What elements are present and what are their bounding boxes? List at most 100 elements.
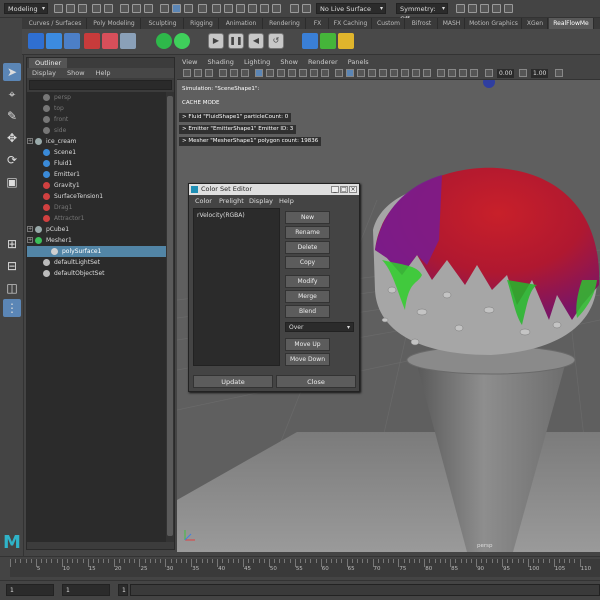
isolate-select-icon[interactable] [437, 69, 445, 77]
camera-select-icon[interactable] [183, 69, 191, 77]
move-up-button[interactable]: Move Up [285, 338, 330, 351]
shelf-tab[interactable]: Custom [373, 18, 405, 29]
outliner-item[interactable]: polySurface1 [27, 246, 166, 257]
four-view-layout-icon[interactable]: ⊟ [3, 257, 21, 275]
xray-components-icon[interactable] [470, 69, 478, 77]
depth-of-field-icon[interactable] [423, 69, 431, 77]
cse-menu-color[interactable]: Color [195, 196, 212, 206]
snap-surface-icon[interactable] [260, 4, 269, 13]
wireframe-on-shaded-icon[interactable] [357, 69, 365, 77]
realflow-mesh-object-icon[interactable] [174, 33, 190, 49]
select-hierarchy-icon[interactable] [120, 4, 129, 13]
outliner-menu-display[interactable]: Display [32, 69, 56, 77]
image-plane-icon[interactable] [219, 69, 227, 77]
shelf-tab[interactable]: XGen [523, 18, 548, 29]
merge-button[interactable]: Merge [285, 290, 330, 303]
save-scene-icon[interactable] [78, 4, 87, 13]
color-set-editor-titlebar[interactable]: Color Set Editor _ □ × [189, 184, 359, 195]
outliner-item[interactable]: top [27, 103, 166, 114]
realflow-gravity-icon[interactable] [102, 33, 118, 49]
outliner-search-input[interactable] [29, 80, 172, 90]
single-perspective-layout-icon[interactable]: ⊞ [3, 235, 21, 253]
shelf-tab[interactable]: Motion Graphics [466, 18, 522, 29]
viewport-menu-lighting[interactable]: Lighting [244, 58, 270, 66]
rotate-tool-icon[interactable]: ⟳ [3, 151, 21, 169]
simulate-reset-button[interactable]: ◀ [248, 33, 264, 49]
textured-icon[interactable] [368, 69, 376, 77]
menu-set-dropdown[interactable]: Modeling [4, 3, 48, 14]
outliner-scroll-thumb[interactable] [167, 96, 173, 536]
outliner-item[interactable]: SurfaceTension1 [27, 191, 166, 202]
exposure-icon[interactable] [485, 69, 493, 77]
rename-button[interactable]: Rename [285, 226, 330, 239]
live-surface-field[interactable]: No Live Surface [316, 3, 386, 14]
start-time-field[interactable]: 1 [6, 584, 54, 596]
outliner-item[interactable]: Fluid1 [27, 158, 166, 169]
realflow-cache-icon[interactable] [338, 33, 354, 49]
use-all-lights-icon[interactable] [379, 69, 387, 77]
outliner-scrollbar[interactable] [166, 92, 174, 542]
viewport-menu-renderer[interactable]: Renderer [308, 58, 338, 66]
ambient-occlusion-icon[interactable] [401, 69, 409, 77]
grid-icon[interactable] [255, 69, 263, 77]
wireframe-icon[interactable] [335, 69, 343, 77]
scale-tool-icon[interactable]: ▣ [3, 173, 21, 191]
close-icon[interactable]: × [349, 186, 357, 193]
delete-button[interactable]: Delete [285, 241, 330, 254]
bookmarks-icon[interactable] [205, 69, 213, 77]
render-current-frame-icon[interactable] [456, 4, 465, 13]
2d-pan-zoom-icon[interactable] [230, 69, 238, 77]
shelf-tab[interactable]: MASH [439, 18, 465, 29]
marking-menu-icon[interactable] [198, 4, 207, 13]
realflow-daemon-icon[interactable] [84, 33, 100, 49]
open-scene-icon[interactable] [66, 4, 75, 13]
select-component-icon[interactable] [144, 4, 153, 13]
outliner-layout-icon[interactable]: ⋮ [3, 299, 21, 317]
snap-plane-icon[interactable] [248, 4, 257, 13]
simulate-play-button[interactable]: ▶ [208, 33, 224, 49]
hypershade-icon[interactable] [492, 4, 501, 13]
snap-curve-icon[interactable] [224, 4, 233, 13]
shelf-tab[interactable]: Bifrost [406, 18, 438, 29]
shelf-tab[interactable]: RealFlowMe [549, 18, 594, 29]
anti-aliasing-icon[interactable] [412, 69, 420, 77]
shelf-tab[interactable]: Animation [220, 18, 263, 29]
expand-toggle-icon[interactable]: + [27, 226, 33, 232]
time-slider-track[interactable]: 5 10 15 20 25 30 35 40 45 50 55 60 65 70 75 80 85 90 95 100… [10, 559, 600, 577]
shelf-tab[interactable]: FX Caching [330, 18, 372, 29]
shelf-tab[interactable]: Sculpting [142, 18, 184, 29]
cse-menu-prelight[interactable]: Prelight [219, 196, 244, 206]
outliner-tab[interactable]: Outliner [29, 58, 68, 68]
outliner-item[interactable]: Emitter1 [27, 169, 166, 180]
new-scene-icon[interactable] [54, 4, 63, 13]
blend-mode-dropdown[interactable]: Over [285, 322, 354, 332]
shelf-tab[interactable]: Rendering [264, 18, 306, 29]
persp-outliner-layout-icon[interactable]: ◫ [3, 279, 21, 297]
live-surface-icon[interactable] [302, 4, 311, 13]
smooth-shade-icon[interactable] [346, 69, 354, 77]
range-start-handle[interactable]: 1 [118, 584, 128, 596]
redo-icon[interactable] [104, 4, 113, 13]
mask-icon[interactable] [160, 4, 169, 13]
move-tool-icon[interactable]: ✥ [3, 129, 21, 147]
minimize-icon[interactable]: _ [331, 186, 339, 193]
viewport-menu-panels[interactable]: Panels [348, 58, 369, 66]
ipr-render-icon[interactable] [468, 4, 477, 13]
outliner-item[interactable]: + pCube1 [27, 224, 166, 235]
expand-toggle-icon[interactable]: + [27, 237, 33, 243]
modify-button[interactable]: Modify [285, 275, 330, 288]
maximize-icon[interactable]: □ [340, 186, 348, 193]
symmetry-dropdown[interactable]: Symmetry: Off [396, 3, 448, 23]
outliner-menu-show[interactable]: Show [67, 69, 85, 77]
realflow-export-icon[interactable] [302, 33, 318, 49]
outliner-menu-help[interactable]: Help [96, 69, 111, 77]
snap-point-icon[interactable] [236, 4, 245, 13]
render-view-icon[interactable] [504, 4, 513, 13]
shelf-tab[interactable]: Rigging [185, 18, 219, 29]
select-object-icon[interactable] [132, 4, 141, 13]
cse-menu-help[interactable]: Help [279, 196, 294, 206]
realflow-particles-icon[interactable] [320, 33, 336, 49]
simulate-pause-button[interactable]: ❚❚ [228, 33, 244, 49]
realflow-emitter-icon[interactable] [64, 33, 80, 49]
lasso-tool-icon[interactable]: ⌖ [3, 85, 21, 103]
